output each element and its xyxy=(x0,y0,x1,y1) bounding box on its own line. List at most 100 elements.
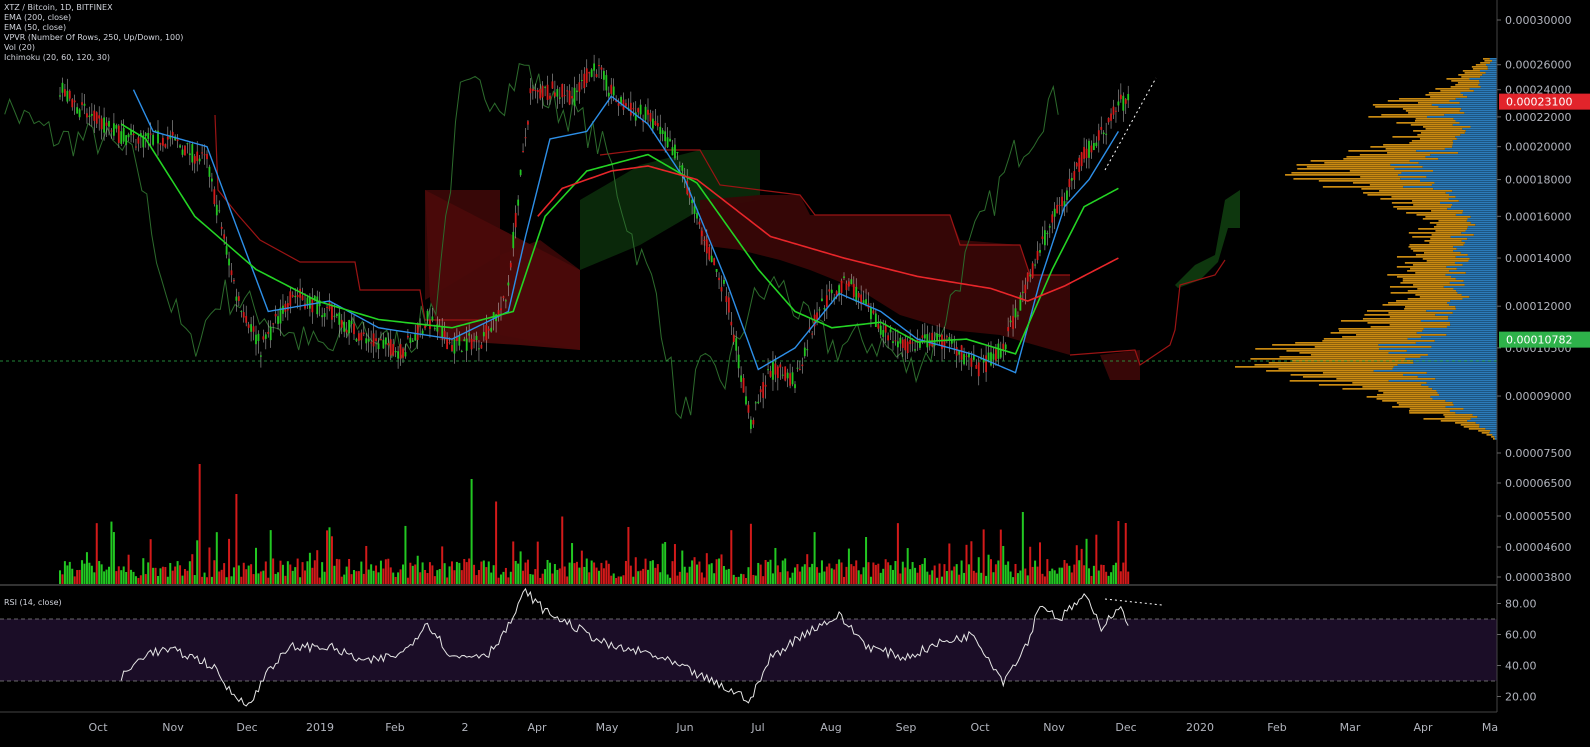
volume-bar xyxy=(152,567,155,584)
candle xyxy=(402,346,404,363)
x-tick-label: Feb xyxy=(385,721,404,734)
volume-bar xyxy=(132,571,135,584)
candle-body xyxy=(345,329,348,333)
volume-bar xyxy=(673,544,676,584)
candle-body xyxy=(407,335,409,338)
volume-bar xyxy=(781,560,784,584)
candle xyxy=(747,401,750,419)
volume-bar xyxy=(563,566,566,584)
candle xyxy=(1119,83,1122,103)
volume-bar xyxy=(549,562,551,584)
volume-bar xyxy=(228,538,231,584)
volume-bar xyxy=(392,572,395,584)
candle-body xyxy=(64,89,66,97)
vpvr-bar-up xyxy=(1479,426,1497,428)
volume-bar xyxy=(752,574,755,584)
candle xyxy=(478,340,480,362)
y-tick-label: 0.00012000 xyxy=(1505,300,1571,313)
volume-bar xyxy=(492,565,495,584)
candle xyxy=(1102,130,1105,144)
candle-body xyxy=(203,154,206,156)
vpvr-bar-down xyxy=(1444,416,1478,418)
candle-body xyxy=(970,358,973,367)
vpvr-bar-up xyxy=(1455,278,1497,280)
candle-body xyxy=(1009,320,1012,323)
vpvr-bar-down xyxy=(1349,170,1433,172)
volume-bar xyxy=(970,541,973,584)
volume-bar xyxy=(377,572,380,584)
volume-bar xyxy=(869,576,872,584)
volume-bar xyxy=(825,566,828,584)
candle-body xyxy=(906,341,909,354)
volume-bar xyxy=(735,577,738,584)
vpvr-bar-up xyxy=(1463,280,1497,282)
volume-bar xyxy=(453,570,456,584)
volume-bar xyxy=(1063,559,1066,584)
candle-body xyxy=(936,333,938,341)
x-tick-label: Aug xyxy=(820,721,841,734)
volume-bar xyxy=(713,573,716,584)
candle xyxy=(892,330,894,351)
vpvr-bar-down xyxy=(1435,230,1466,232)
vpvr-bar-down xyxy=(1425,94,1464,96)
vpvr-bar-up xyxy=(1455,120,1497,122)
candle-body xyxy=(874,313,877,327)
price-chart[interactable]: 0.000300000.000260000.000240000.00022000… xyxy=(0,0,1590,747)
candle-body xyxy=(291,294,294,297)
volume-bar xyxy=(933,565,936,584)
volume-bar xyxy=(316,550,319,584)
volume-bar xyxy=(240,576,243,584)
vpvr-bar-down xyxy=(1388,302,1448,304)
vpvr-bar-up xyxy=(1428,386,1497,388)
candle xyxy=(796,360,799,372)
vpvr-bar-down xyxy=(1286,350,1407,352)
vpvr-bar-up xyxy=(1455,412,1497,414)
volume-bar xyxy=(938,563,941,584)
candle-body xyxy=(708,246,711,260)
candle xyxy=(218,200,221,214)
candle-body xyxy=(950,340,953,344)
candle xyxy=(708,244,711,262)
y-tick-label: 0.00020000 xyxy=(1505,141,1571,154)
volume-bar xyxy=(362,573,365,584)
candle xyxy=(874,308,877,327)
volume-bar xyxy=(206,577,208,584)
volume-bar xyxy=(193,575,196,584)
candle-body xyxy=(272,323,275,325)
candle xyxy=(953,335,956,354)
vpvr-bar-up xyxy=(1445,192,1497,194)
candle xyxy=(367,328,370,353)
candle xyxy=(1041,226,1044,245)
volume-bar xyxy=(149,539,152,584)
vpvr-bar-up xyxy=(1431,346,1497,348)
rsi-tick-label: 60.00 xyxy=(1505,629,1537,642)
vpvr-bar-down xyxy=(1396,122,1460,124)
candle-body xyxy=(1085,148,1088,159)
vpvr-bar-down xyxy=(1400,282,1450,284)
candle xyxy=(946,334,948,344)
y-tick-label: 0.00003800 xyxy=(1505,571,1571,584)
vpvr-bar-down xyxy=(1405,110,1460,112)
volume-bar xyxy=(874,564,877,584)
x-tick-label: Dec xyxy=(236,721,257,734)
vpvr-bar-up xyxy=(1420,320,1497,322)
candle-body xyxy=(799,368,801,370)
y-tick-label: 0.00030000 xyxy=(1505,14,1571,27)
candle xyxy=(713,257,716,266)
candle xyxy=(997,338,1000,366)
candle-body xyxy=(252,326,255,332)
legend-pair: XTZ / Bitcoin, 1D, BITFINEX xyxy=(4,3,113,12)
y-tick-label: 0.00007500 xyxy=(1505,447,1571,460)
candle xyxy=(247,321,250,334)
candle-body xyxy=(397,351,399,359)
volume-bar xyxy=(980,572,983,584)
candle-body xyxy=(977,362,980,377)
candle xyxy=(514,205,517,239)
candle xyxy=(245,305,248,327)
candle-body xyxy=(772,361,774,380)
candle xyxy=(233,278,235,284)
candle xyxy=(948,332,951,353)
candle-body xyxy=(509,262,512,268)
vpvr-bar-up xyxy=(1463,408,1497,410)
candle-body xyxy=(889,329,892,333)
